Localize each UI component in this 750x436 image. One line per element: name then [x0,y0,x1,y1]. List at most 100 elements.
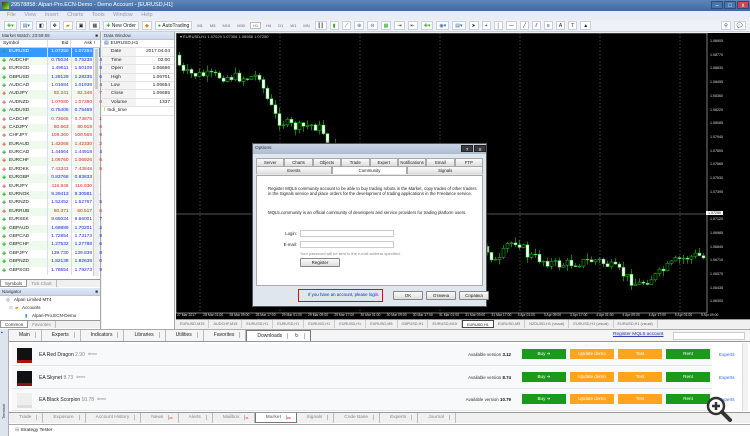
options-tab[interactable]: Expert Advisors [369,158,398,173]
timeframe-m15[interactable]: M15 [220,23,232,28]
autotrading-button[interactable]: ● AutoTrading [154,21,193,30]
chart-tab[interactable]: GBPUSD,H1 [398,320,429,328]
options-tab[interactable]: FTP [454,158,483,166]
ok-button[interactable]: OK [393,291,423,300]
market-watch-row[interactable]: ✚AUDCHF0.750340.75238204 [0,56,102,66]
market-tab[interactable]: Favorites [204,330,247,341]
expand-icon[interactable]: ⊟ [9,304,13,312]
close-button[interactable]: x [737,1,749,9]
chart-tab[interactable]: NZDUSD,H1 (visual) [525,320,570,328]
nav-item-accounts[interactable]: ⊟ ▰ Accounts [0,304,100,312]
help-dialog-button[interactable]: Справка [459,291,489,300]
market-watch-row[interactable]: ✚GBPJPY139.730139.838108 [0,249,102,259]
strategy-tester-bar[interactable]: ⊞ Strategy Tester [9,424,750,436]
timeframe-d1[interactable]: D1 [276,23,285,28]
test-button[interactable]: Test [618,394,662,404]
market-watch-row[interactable]: ✚AUDNZD1.070801.07390310 [0,98,102,108]
chart-tab[interactable]: EURUSD,H1 [304,320,336,328]
market-search-input[interactable] [673,332,745,340]
register-button[interactable]: Register [300,258,340,267]
market-tab[interactable]: Libraries [124,330,166,341]
chart-shift-button[interactable]: ⇤ [407,21,418,30]
buy-button[interactable]: Buy ➜ [522,349,566,359]
market-watch-row[interactable]: ✚GBPUSD1.281291.28235106 [0,73,102,82]
horizontal-line-button[interactable]: — [505,21,517,30]
market-watch-row[interactable]: ✚EURCAD1.446641.44918254 [0,149,102,158]
search-icon[interactable]: ⚲ [721,21,731,30]
chart-tab[interactable]: EURUSD,H1 [335,320,367,328]
terminal-tab[interactable]: Signals [297,413,335,423]
timeframe-m5[interactable]: M5 [208,23,218,28]
market-watch-row[interactable]: ✚EURNZD1.524521.52767315 [0,199,102,208]
chart-tab[interactable]: EURUSD,M5 [494,320,526,328]
experts-link[interactable]: Experts [719,352,735,357]
chart-tab[interactable]: EURUSD,H1 [242,320,274,328]
autoscroll-button[interactable]: ⇥ [394,21,405,30]
product-list-scrollbar[interactable] [742,343,748,411]
nav-item-account[interactable]: ▮ Alpari-Pro.ECN-Demo [0,312,100,320]
menu-charts[interactable]: Charts [67,12,83,18]
market-watch-row[interactable]: ✚EURDKK7.433437.43848505 [0,165,102,175]
market-watch-row[interactable]: ✚AUDCAD1.016841.01938254 [0,81,102,91]
market-tab[interactable]: Experts [42,330,81,341]
market-watch-row[interactable]: ✚CADCHF0.736650.73876211 [0,115,102,124]
new-chart-button[interactable]: ✚▾ [4,21,17,30]
rent-button[interactable]: Rent [666,349,710,359]
bar-chart-button[interactable]: ┃┃ [314,21,327,30]
column-ask[interactable]: Ask [70,40,94,48]
menu-help[interactable]: Help [141,12,152,18]
product-name[interactable]: EA Red Dragon 2.90 demo [39,352,97,358]
refresh-icon[interactable]: ↻ [288,333,305,339]
update-demo-button[interactable]: Update demo [570,349,614,359]
indicators-button[interactable]: ✚▾ [420,21,434,30]
market-watch-row[interactable]: ✚EURJPY116.846116.93084 [0,182,100,192]
market-watch-row[interactable]: ✚EURGBP0.837680.8383365 [0,174,100,183]
terminal-tab[interactable]: Mailbox 51 [213,413,255,423]
tile-windows-button[interactable]: ▦ [380,21,392,30]
options-tab[interactable]: Email [426,158,455,166]
market-watch-row[interactable]: ✚GBPCAD1.728541.73173319 [0,232,102,242]
market-watch-row[interactable]: ✚EURAUD1.420681.42330262 [0,140,102,150]
text-label-button[interactable]: T [568,21,578,30]
terminal-tab[interactable]: Account History [86,413,142,423]
terminal-tab[interactable]: News 99 [141,413,179,423]
market-watch-row[interactable]: ✚CHFJPY109.360109.569209 [0,132,102,141]
terminal-button[interactable]: ▣ [75,21,87,30]
product-name[interactable]: EA Skynet 8.73 demo [39,375,85,381]
crosshair-button[interactable]: + [481,21,491,30]
rent-button[interactable]: Rent [666,394,710,404]
menu-file[interactable]: File [7,12,16,18]
email-input[interactable] [300,241,394,248]
market-watch-row[interactable]: ✚EURSGD1.496111.50109498 [0,65,102,74]
market-watch-row[interactable]: ✚GBPAUD1.698891.70201312 [0,224,102,233]
menu-tools[interactable]: Tools [92,12,105,18]
candlestick-button[interactable]: ▮ [329,21,339,30]
zoom-out-button[interactable]: ⊖ [367,21,378,30]
terminal-tab[interactable]: Trade [9,413,44,423]
terminal-tab[interactable]: Experts [380,413,419,423]
timeframe-m1[interactable]: M1 [195,23,205,28]
market-watch-scrollbar[interactable] [93,48,99,276]
timeframe-mn[interactable]: MN [301,23,311,28]
line-chart-button[interactable]: ⟋ [341,21,352,30]
strategy-tester-button[interactable]: ▦ [89,21,101,30]
periods-button[interactable]: ◉▾ [436,21,450,30]
market-tab[interactable]: Downloads ↻ [246,330,311,341]
test-button[interactable]: Test [618,371,662,382]
market-watch-row[interactable]: ✚EURSEK9.650349.66001967 [0,216,102,225]
login-link[interactable]: If you have an account, please login. [298,289,383,302]
nav-item-broker[interactable]: ◍ Alpari Limited MT4 [0,296,100,304]
rent-button[interactable]: Rent [666,371,710,382]
vertical-line-button[interactable]: │ [493,21,503,30]
text-button[interactable]: A [555,21,566,30]
test-button[interactable]: Test [618,349,662,359]
menu-window[interactable]: Window [113,12,133,18]
arrows-button[interactable]: ▲ [580,21,592,30]
column-symbol[interactable]: Symbol [0,40,47,47]
options-tab[interactable]: Events [256,166,332,174]
chart-tab[interactable]: EURUSD,H1 [273,320,305,328]
options-tab[interactable]: Notifications [397,158,427,166]
market-watch-row[interactable]: ✚EURNOK9.294139.305811... [0,191,101,200]
update-demo-button[interactable]: Update demo [570,371,614,382]
market-watch-row[interactable]: ✚EURCHF1.067601.06926166 [0,157,102,166]
